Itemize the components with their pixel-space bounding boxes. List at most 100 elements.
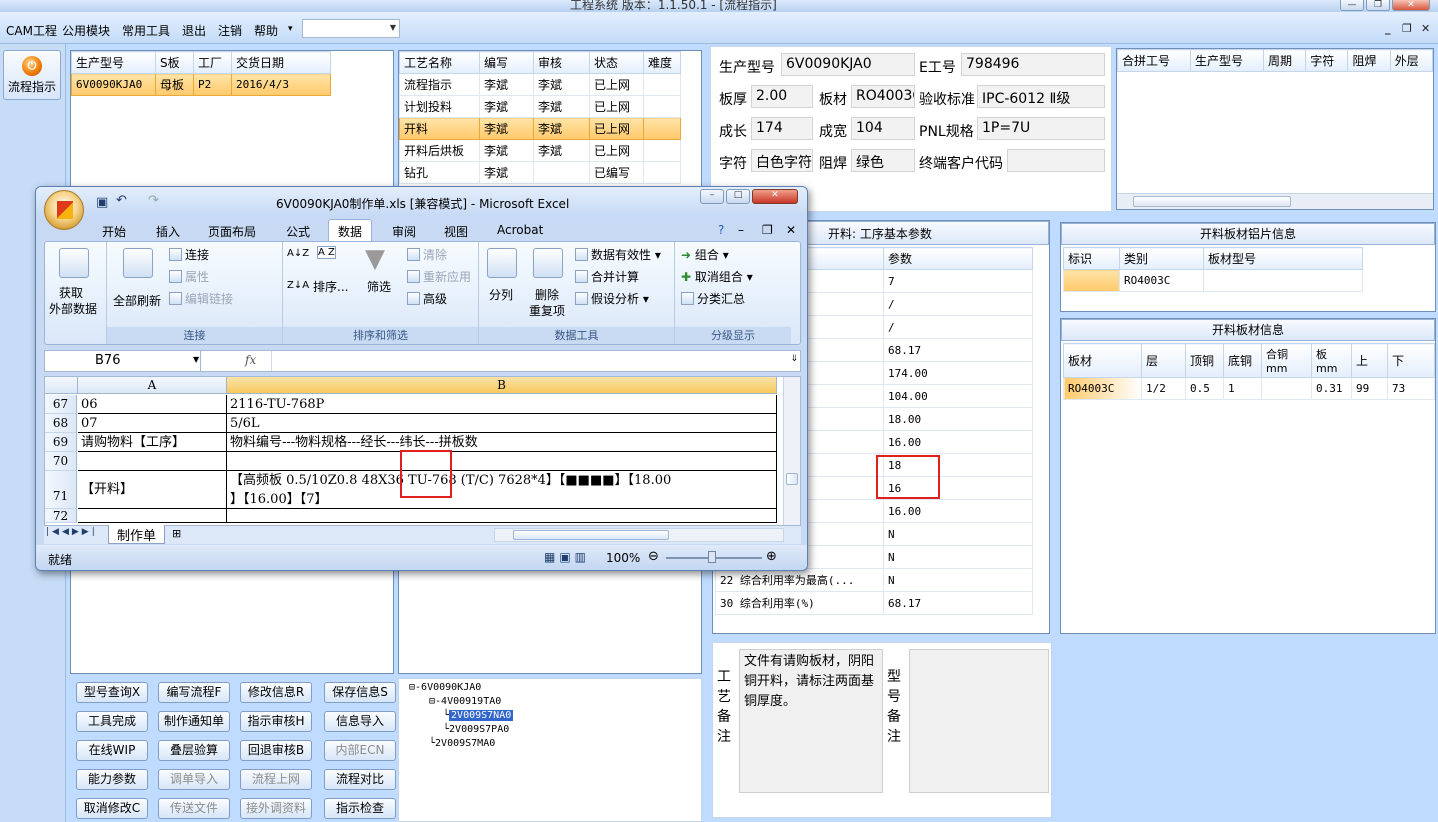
ungroup-button[interactable]: ✚ 取消组合 ▾ (681, 268, 753, 285)
cell[interactable] (643, 161, 681, 184)
cell[interactable]: 母板 (155, 73, 194, 96)
mdi-restore-icon[interactable]: ❐ (1402, 22, 1412, 35)
col-header[interactable]: 上 (1351, 343, 1388, 378)
cell-b[interactable] (227, 452, 777, 471)
param-value[interactable]: 16.00 (883, 499, 1033, 523)
cell[interactable]: 钻孔 (399, 161, 480, 184)
get-ext-label-2[interactable]: 外部数据 (49, 300, 97, 317)
menu-tools[interactable]: 常用工具 (122, 22, 170, 39)
tab-formulas[interactable]: 公式 (286, 223, 310, 240)
menu-help[interactable]: 帮助 (254, 22, 278, 39)
minimize-icon[interactable]: — (1340, 0, 1364, 11)
info-value[interactable]: 6V0090KJA0 (781, 53, 915, 76)
table-row[interactable]: 流程指示 李斌 李斌 已上网 (399, 73, 681, 96)
flow-instruction-button[interactable]: ⏻ 流程指示 (3, 50, 61, 100)
col-header[interactable]: 状态 (589, 51, 644, 74)
advanced-button[interactable]: 高级 (407, 290, 447, 307)
table-row[interactable]: 钻孔 李斌 已编写 (399, 161, 681, 184)
cell[interactable]: 99 (1351, 377, 1388, 400)
param-value[interactable]: 68.17 (883, 338, 1033, 362)
col-header[interactable]: 编写 (479, 51, 534, 74)
row-header[interactable]: 67 (45, 395, 77, 414)
row-header[interactable]: 70 (45, 452, 77, 471)
tab-home[interactable]: 开始 (102, 223, 126, 240)
cell[interactable]: 李斌 (479, 139, 534, 162)
ribbon-restore-icon[interactable]: ❐ (762, 223, 773, 237)
tab-acrobat[interactable]: Acrobat (497, 223, 543, 237)
row-header[interactable]: 69 (45, 433, 77, 452)
sheet-nav-icon[interactable]: |◀◀▶▶| (46, 527, 98, 537)
row-header[interactable]: 68 (45, 414, 77, 433)
col-header[interactable]: 板材型号 (1203, 247, 1363, 270)
action-button[interactable]: 信息导入 (324, 711, 396, 732)
cell-a[interactable] (78, 509, 227, 523)
action-button[interactable]: 型号查询X (76, 682, 148, 703)
info-value[interactable]: 白色字符 (751, 149, 813, 172)
col-header[interactable]: 层 (1141, 343, 1186, 378)
param-value[interactable]: / (883, 315, 1033, 339)
action-button[interactable]: 接外调资料 (240, 798, 312, 819)
cell[interactable] (1261, 377, 1312, 400)
col-header[interactable]: 合铜mm (1261, 343, 1312, 378)
cell[interactable]: 李斌 (479, 73, 534, 96)
scroll-thumb[interactable] (786, 473, 798, 485)
name-box[interactable]: B76 (45, 351, 201, 371)
cell[interactable]: 已上网 (589, 117, 644, 140)
tab-layout[interactable]: 页面布局 (208, 223, 256, 240)
action-button[interactable]: 取消修改C (76, 798, 148, 819)
cell[interactable]: 李斌 (479, 117, 534, 140)
zoom-level[interactable]: 100% (606, 551, 640, 565)
scroll-thumb[interactable] (1133, 196, 1291, 207)
whatif-button[interactable]: 假设分析 ▾ (575, 290, 649, 307)
cell[interactable]: 李斌 (479, 161, 534, 184)
cell[interactable]: P2 (193, 73, 232, 96)
menu-logout[interactable]: 注销 (218, 22, 242, 39)
param-value[interactable]: / (883, 292, 1033, 316)
table-row[interactable]: 30 综合利用率(%) 68.17 (715, 591, 1033, 615)
cell[interactable] (643, 95, 681, 118)
horizontal-scrollbar[interactable] (1117, 193, 1433, 209)
info-value[interactable]: 绿色 (851, 149, 915, 172)
cell-b[interactable]: 5/6L (227, 414, 777, 433)
action-button[interactable]: 在线WIP (76, 740, 148, 761)
excel-minimize-icon[interactable]: – (700, 189, 724, 204)
table-row[interactable]: RO4003C 1/2 0.5 1 0.31 99 73 (1063, 377, 1435, 400)
cell[interactable]: 已编写 (589, 161, 644, 184)
col-header[interactable]: 顶铜 (1185, 343, 1224, 378)
close-icon[interactable]: ✕ (1392, 0, 1430, 11)
param-value[interactable]: 18.00 (883, 407, 1033, 431)
cell[interactable] (1203, 269, 1363, 292)
save-icon[interactable]: ▣ (96, 195, 108, 210)
clear-button[interactable]: 清除 (407, 246, 447, 263)
get-ext-label-1[interactable]: 获取 (59, 284, 83, 301)
cell[interactable]: 0.5 (1185, 377, 1224, 400)
properties-button[interactable]: 属性 (169, 268, 209, 285)
group-button[interactable]: ➜ 组合 ▾ (681, 246, 729, 263)
cell[interactable] (643, 117, 681, 140)
param-value[interactable]: N (883, 568, 1033, 592)
action-button[interactable]: 指示审核H (240, 711, 312, 732)
col-header[interactable]: 周期 (1262, 49, 1307, 72)
expand-formula-icon[interactable]: ⇓ (790, 354, 798, 364)
tree-node[interactable]: ⊟-4V00919TA0 (429, 696, 501, 707)
sheet-tab[interactable]: 制作单 (108, 525, 166, 544)
table-row[interactable]: 开料后烘板 李斌 李斌 已上网 (399, 139, 681, 162)
table-row[interactable]: 开料 李斌 李斌 已上网 (399, 117, 681, 140)
zoom-out-icon[interactable]: ⊖ (648, 549, 659, 564)
cell[interactable] (1063, 269, 1120, 292)
cell-a[interactable]: 07 (78, 414, 227, 433)
cell[interactable]: 李斌 (533, 73, 590, 96)
col-header[interactable]: 板mm (1311, 343, 1352, 378)
action-button[interactable]: 叠层验算 (158, 740, 230, 761)
col-header[interactable]: 底铜 (1223, 343, 1262, 378)
cell[interactable] (533, 161, 590, 184)
col-header[interactable]: 阻焊 (1347, 49, 1391, 72)
undo-icon[interactable]: ↶ (116, 193, 127, 208)
filter-button[interactable]: 筛选 (367, 278, 391, 295)
action-button[interactable]: 修改信息R (240, 682, 312, 703)
tab-review[interactable]: 审阅 (392, 223, 416, 240)
param-value[interactable]: 68.17 (883, 591, 1033, 615)
col-header[interactable]: 外层 (1389, 49, 1434, 72)
action-button[interactable]: 制作通知单 (158, 711, 230, 732)
col-header[interactable]: 工厂 (193, 51, 232, 74)
